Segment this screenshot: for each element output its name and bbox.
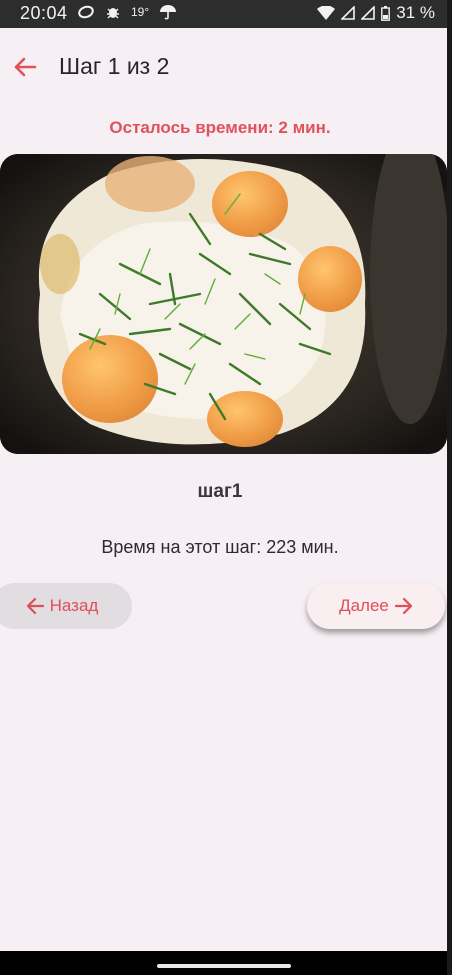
back-arrow-icon[interactable] xyxy=(12,54,38,80)
arrow-left-icon xyxy=(26,597,44,615)
status-temperature: 19° xyxy=(131,5,150,19)
time-remaining: Осталось времени: 2 мин. xyxy=(109,118,331,137)
page-title: Шаг 1 из 2 xyxy=(59,53,170,79)
bug-icon xyxy=(107,8,119,19)
system-navigation-bar xyxy=(0,951,447,975)
fried-eggs-illustration xyxy=(0,154,447,454)
battery-icon xyxy=(381,5,391,21)
screen: 20:04 19° 31 % Шаг 1 из 2 Осталось време… xyxy=(0,0,447,975)
app-bar: Шаг 1 из 2 xyxy=(0,38,447,98)
step-title: шаг1 xyxy=(197,481,243,502)
status-notification-icons: 19° xyxy=(77,4,177,20)
next-button[interactable]: Далее xyxy=(307,583,445,629)
status-bar: 20:04 19° 31 % xyxy=(0,0,447,28)
signal-icon xyxy=(341,6,356,20)
back-button[interactable]: Назад xyxy=(0,583,132,629)
status-time: 20:04 xyxy=(20,3,68,23)
arrow-right-icon xyxy=(394,597,412,615)
step-duration: Время на этот шаг: 223 мин. xyxy=(101,537,339,557)
back-button-label: Назад xyxy=(49,596,99,615)
next-button-label: Далее xyxy=(339,596,389,615)
step-image xyxy=(0,154,447,454)
signal-icon xyxy=(361,6,376,20)
umbrella-icon xyxy=(160,5,177,20)
status-system-icons: 31 % xyxy=(317,3,435,23)
status-battery: 31 % xyxy=(396,3,435,22)
pill-icon xyxy=(78,5,94,19)
home-gesture-handle[interactable] xyxy=(157,964,291,968)
screen-edge xyxy=(447,0,452,975)
wifi-icon xyxy=(317,6,336,20)
